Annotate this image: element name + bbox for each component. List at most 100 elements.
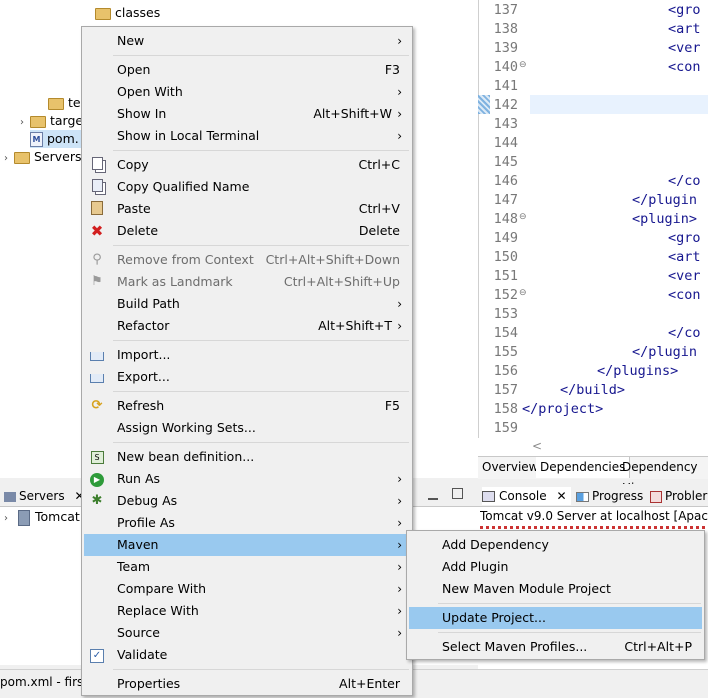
refresh-icon: ⟳	[91, 398, 103, 413]
expand-chevron-icon[interactable]: ›	[20, 114, 30, 132]
menu-separator	[113, 442, 409, 443]
submenu-arrow-icon: ›	[397, 560, 402, 574]
menu-item-label: Copy Qualified Name	[117, 179, 250, 194]
expand-chevron-icon[interactable]: ›	[4, 150, 14, 168]
import-icon	[89, 347, 105, 363]
menu-item-add-dependency[interactable]: Add Dependency	[409, 534, 702, 556]
fold-toggle-icon[interactable]: ⊖	[519, 288, 529, 298]
tree-item-servers[interactable]: › Servers	[4, 148, 82, 166]
menu-item-label: Open With	[117, 84, 183, 99]
menu-item-team[interactable]: Team ›	[84, 556, 410, 578]
code-line: </build>	[560, 382, 626, 398]
tree-item-target[interactable]: › target	[20, 112, 88, 130]
menu-item-show-in-local-terminal[interactable]: Show in Local Terminal ›	[84, 125, 410, 147]
line-number: 152	[493, 287, 518, 303]
delete-icon: ✖	[90, 222, 104, 240]
menu-item-open[interactable]: Open F3	[84, 59, 410, 81]
menu-item-add-plugin[interactable]: Add Plugin	[409, 556, 702, 578]
menu-item-refresh[interactable]: ⟳ Refresh F5	[84, 395, 410, 417]
line-number: 157	[493, 382, 518, 398]
menu-item-replace-with[interactable]: Replace With ›	[84, 600, 410, 622]
menu-item-copy[interactable]: Copy Ctrl+C	[84, 154, 410, 176]
menu-item-new[interactable]: New ›	[84, 30, 410, 52]
menu-item-delete[interactable]: ✖ Delete Delete	[84, 220, 410, 242]
menu-item-validate[interactable]: ✓ Validate	[84, 644, 410, 666]
menu-item-label: Replace With	[117, 603, 199, 618]
export-icon	[89, 369, 105, 385]
fold-toggle-icon[interactable]: ⊖	[519, 60, 529, 70]
submenu-arrow-icon: ›	[397, 297, 402, 311]
menu-item-properties[interactable]: Properties Alt+Enter	[84, 673, 410, 695]
menu-item-label: Source	[117, 625, 160, 640]
menu-item-label: Refresh	[117, 398, 165, 413]
bean-icon: S	[89, 449, 105, 465]
tab-servers[interactable]: Servers ✕	[4, 487, 85, 505]
close-icon[interactable]: ✕	[556, 489, 566, 503]
menu-item-label: Compare With	[117, 581, 207, 596]
menu-item-shortcut: Ctrl+V	[358, 201, 400, 216]
line-number: 155	[493, 344, 518, 360]
menu-item-compare-with[interactable]: Compare With ›	[84, 578, 410, 600]
code-line: </project>	[522, 401, 604, 417]
menu-item-paste[interactable]: Paste Ctrl+V	[84, 198, 410, 220]
tab-problems[interactable]: Probler	[650, 487, 707, 505]
code-line: </plugins>	[597, 363, 679, 379]
editor-horizontal-scroll[interactable]: <	[478, 438, 708, 456]
menu-item-select-maven-profiles[interactable]: Select Maven Profiles... Ctrl+Alt+P	[409, 636, 702, 658]
menu-item-maven[interactable]: Maven ›	[84, 534, 410, 556]
folder-icon	[95, 7, 111, 20]
tab-console[interactable]: Console ✕	[482, 487, 571, 505]
menu-item-shortcut: Ctrl+C	[358, 157, 400, 172]
server-icon	[18, 509, 30, 526]
menu-item-export[interactable]: Export...	[84, 366, 410, 388]
line-number: 158	[493, 401, 518, 417]
folder-icon	[48, 97, 64, 110]
menu-item-open-with[interactable]: Open With ›	[84, 81, 410, 103]
menu-item-label: Team	[117, 559, 151, 574]
menu-item-label: Debug As	[117, 493, 178, 508]
code-line: <plugin>	[632, 211, 698, 227]
menu-item-new-maven-module-project[interactable]: New Maven Module Project	[409, 578, 702, 600]
line-number: 156	[493, 363, 518, 379]
menu-item-refactor[interactable]: Refactor Alt+Shift+T ›	[84, 315, 410, 337]
tree-item-pom[interactable]: Mpom.	[30, 130, 83, 148]
menu-item-shortcut: Ctrl+Alt+Shift+Up	[283, 274, 400, 289]
maximize-icon[interactable]	[452, 488, 463, 499]
menu-item-label: Show in Local Terminal	[117, 128, 260, 143]
code-line: </co	[668, 173, 701, 189]
scroll-left-arrow-icon[interactable]: <	[532, 439, 542, 453]
menu-item-new-bean-definition[interactable]: S New bean definition...	[84, 446, 410, 468]
line-number: 145	[493, 154, 518, 170]
tab-overview[interactable]: Overview	[478, 457, 544, 478]
menu-item-label: Select Maven Profiles...	[442, 639, 588, 654]
menu-item-label: Refactor	[117, 318, 170, 333]
expand-chevron-icon[interactable]: ›	[4, 510, 14, 528]
menu-item-run-as[interactable]: ▶ Run As ›	[84, 468, 410, 490]
tab-dependencies[interactable]: Dependencies	[536, 457, 631, 478]
tomcat-server-row[interactable]: › Tomcat	[4, 508, 80, 526]
menu-item-label: Add Plugin	[442, 559, 509, 574]
tab-dependency-hierarchy[interactable]: Dependency Hi	[618, 457, 708, 495]
landmark-icon: ⚑	[91, 274, 103, 289]
fold-toggle-icon[interactable]: ⊖	[519, 212, 529, 222]
tab-progress[interactable]: Progress	[576, 487, 643, 505]
code-line: <con	[668, 287, 701, 303]
code-line: <art	[668, 21, 701, 37]
menu-item-source[interactable]: Source ›	[84, 622, 410, 644]
submenu-arrow-icon: ›	[397, 494, 402, 508]
tree-item-classes[interactable]: classes	[95, 4, 160, 22]
menu-item-label: Mark as Landmark	[117, 274, 233, 289]
minimize-icon[interactable]	[428, 488, 438, 500]
menu-item-profile-as[interactable]: Profile As ›	[84, 512, 410, 534]
menu-item-import[interactable]: Import...	[84, 344, 410, 366]
submenu-arrow-icon: ›	[397, 538, 402, 552]
menu-item-build-path[interactable]: Build Path ›	[84, 293, 410, 315]
menu-item-copy-qualified-name[interactable]: Copy Qualified Name	[84, 176, 410, 198]
line-number: 149	[493, 230, 518, 246]
menu-item-assign-working-sets[interactable]: Assign Working Sets...	[84, 417, 410, 439]
menu-item-show-in[interactable]: Show In Alt+Shift+W ›	[84, 103, 410, 125]
menu-item-debug-as[interactable]: ✱ Debug As ›	[84, 490, 410, 512]
menu-item-update-project[interactable]: Update Project...	[409, 607, 702, 629]
menu-separator	[113, 340, 409, 341]
line-number: 151	[493, 268, 518, 284]
